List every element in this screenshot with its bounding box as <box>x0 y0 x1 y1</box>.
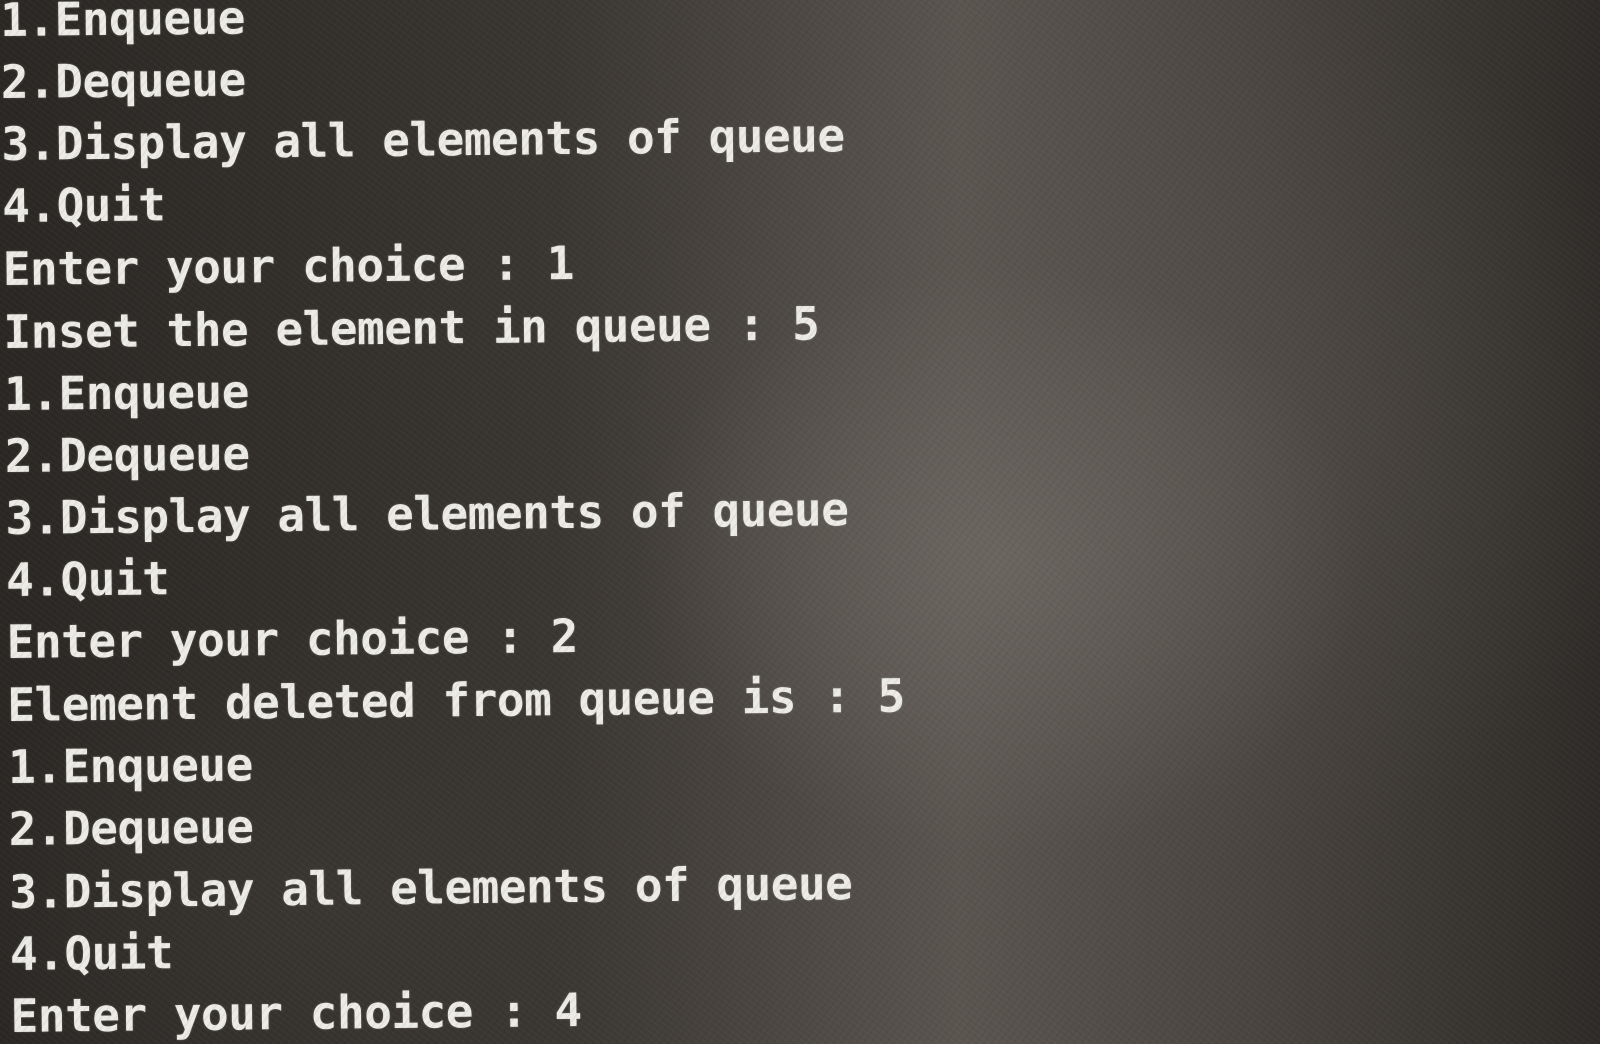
choice-prompt: Enter your choice : 1 <box>2 236 575 296</box>
menu-dequeue: 2.Dequeue <box>8 799 254 856</box>
menu-enqueue: 1.Enqueue <box>0 0 246 47</box>
menu-dequeue: 2.Dequeue <box>0 52 246 109</box>
insert-prompt: Inset the element in queue : 5 <box>3 296 820 359</box>
menu-enqueue: 1.Enqueue <box>3 364 250 421</box>
menu-display: 3.Display all elements of queue <box>5 482 849 545</box>
terminal-screen: 1.Enqueue 2.Dequeue 3.Display all elemen… <box>0 0 1600 1044</box>
menu-dequeue: 2.Dequeue <box>4 426 250 483</box>
menu-quit: 4.Quit <box>9 925 174 981</box>
menu-display: 3.Display all elements of queue <box>1 108 845 171</box>
menu-quit: 4.Quit <box>1 177 166 233</box>
choice-prompt: Enter your choice : 4 <box>10 982 582 1043</box>
menu-quit: 4.Quit <box>5 551 170 607</box>
deleted-message: Element deleted from queue is : 5 <box>7 668 906 732</box>
choice-prompt: Enter your choice : 2 <box>6 608 579 669</box>
menu-enqueue: 1.Enqueue <box>7 737 254 794</box>
menu-display: 3.Display all elements of queue <box>9 856 853 919</box>
